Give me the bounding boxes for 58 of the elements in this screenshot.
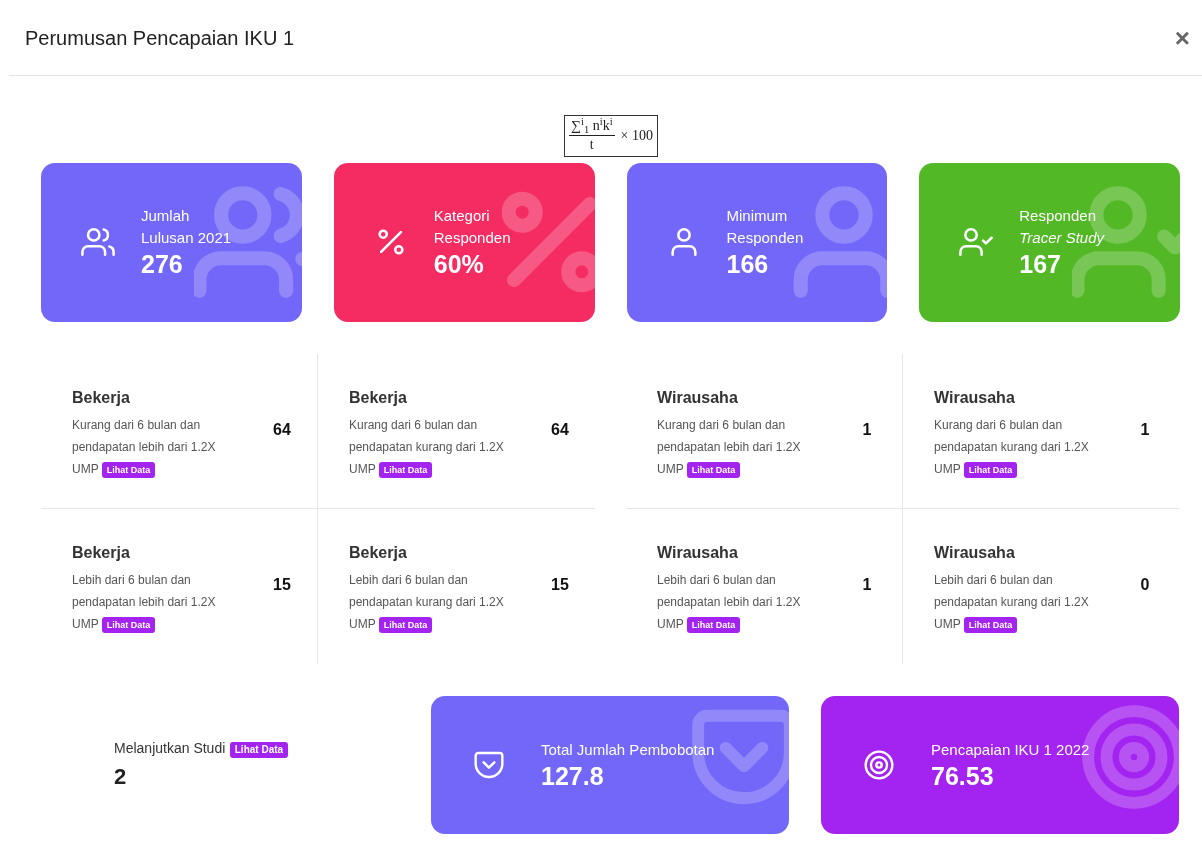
formula-multiplier: × 100 [620, 127, 653, 146]
stat-label: Kategori [433, 206, 491, 227]
category-title: Bekerja [72, 388, 131, 408]
category-count: 1 [861, 575, 873, 595]
stat-label: Responden [1019, 206, 1097, 227]
further-study-label: Melanjutkan Studi [114, 740, 226, 757]
formula-numerator: ∑$^{i}$$_{1}$ n$^{i}$k$^{i}$ [569, 118, 615, 136]
stat-label: Lulusan 2021 [141, 228, 232, 249]
pocket-icon [473, 749, 505, 781]
category-count: 64 [272, 420, 292, 440]
category-description: Lebih dari 6 bulan dan pendapatan kurang dari 1.2X UMP Lihat Data [934, 572, 1090, 635]
further-study-value: 2 [114, 763, 128, 792]
category-description: Lebih dari 6 bulan dan pendapatan kurang dari 1.2X UMP Lihat Data [349, 572, 505, 635]
stat-value: 167 [1019, 249, 1062, 280]
category-description: Lebih dari 6 bulan dan pendapatan lebih dari 1.2X UMP Lihat Data [657, 572, 802, 635]
category-count: 0 [1139, 575, 1151, 595]
formula-denominator: t [589, 135, 594, 154]
category-description: Lebih dari 6 bulan dan pendapatan lebih dari 1.2X UMP Lihat Data [72, 572, 217, 635]
view-data-button[interactable]: Lihat Data [378, 462, 433, 478]
view-data-button[interactable]: Lihat Data [686, 617, 741, 633]
view-data-button[interactable]: Lihat Data [101, 462, 156, 478]
category-title: Wirausaha [934, 388, 1016, 408]
view-data-button[interactable]: Lihat Data [686, 462, 741, 478]
category-count: 15 [550, 575, 570, 595]
category-description: Kurang dari 6 bulan dan pendapatan lebih dari 1.2X UMP Lihat Data [72, 417, 217, 480]
category-description: Kurang dari 6 bulan dan pendapatan kurang dari 1.2X UMP Lihat Data [349, 417, 505, 480]
view-data-button[interactable]: Lihat Data [229, 742, 289, 759]
category-count: 1 [1139, 420, 1151, 440]
view-data-button[interactable]: Lihat Data [963, 617, 1018, 633]
category-count: 64 [550, 420, 570, 440]
stat-label: Minimum [726, 206, 789, 227]
target-icon [863, 749, 895, 781]
category-title: Wirausaha [657, 543, 739, 563]
stat-label: Responden [433, 228, 511, 249]
summary-value: 76.53 [931, 761, 995, 791]
stat-value: 276 [141, 249, 184, 280]
stat-label: Jumlah [141, 206, 191, 227]
stat-value: 166 [726, 249, 770, 280]
category-title: Wirausaha [934, 543, 1016, 563]
modal-title: Perumusan Pencapaian IKU 1 [25, 25, 295, 50]
category-description: Kurang dari 6 bulan dan pendapatan lebih dari 1.2X UMP Lihat Data [657, 417, 802, 480]
view-data-button[interactable]: Lihat Data [101, 617, 156, 633]
summary-label: Pencapaian IKU 1 2022 [931, 740, 1090, 760]
summary-label: Total Jumlah Pembobotan [541, 740, 715, 760]
category-count: 1 [861, 420, 873, 440]
category-title: Bekerja [349, 543, 408, 563]
category-title: Bekerja [72, 543, 131, 563]
category-title: Wirausaha [657, 388, 739, 408]
category-count: 15 [272, 575, 292, 595]
summary-value: 127.8 [541, 761, 605, 791]
category-description: Kurang dari 6 bulan dan pendapatan kurang dari 1.2X UMP Lihat Data [934, 417, 1090, 480]
view-data-button[interactable]: Lihat Data [378, 617, 433, 633]
stat-label: Responden [726, 228, 804, 249]
view-data-button[interactable]: Lihat Data [963, 462, 1018, 478]
close-button[interactable]: × [1174, 24, 1190, 51]
stat-value: 60% [433, 249, 485, 280]
stat-label: Tracer Study [1019, 228, 1104, 249]
category-title: Bekerja [349, 388, 408, 408]
